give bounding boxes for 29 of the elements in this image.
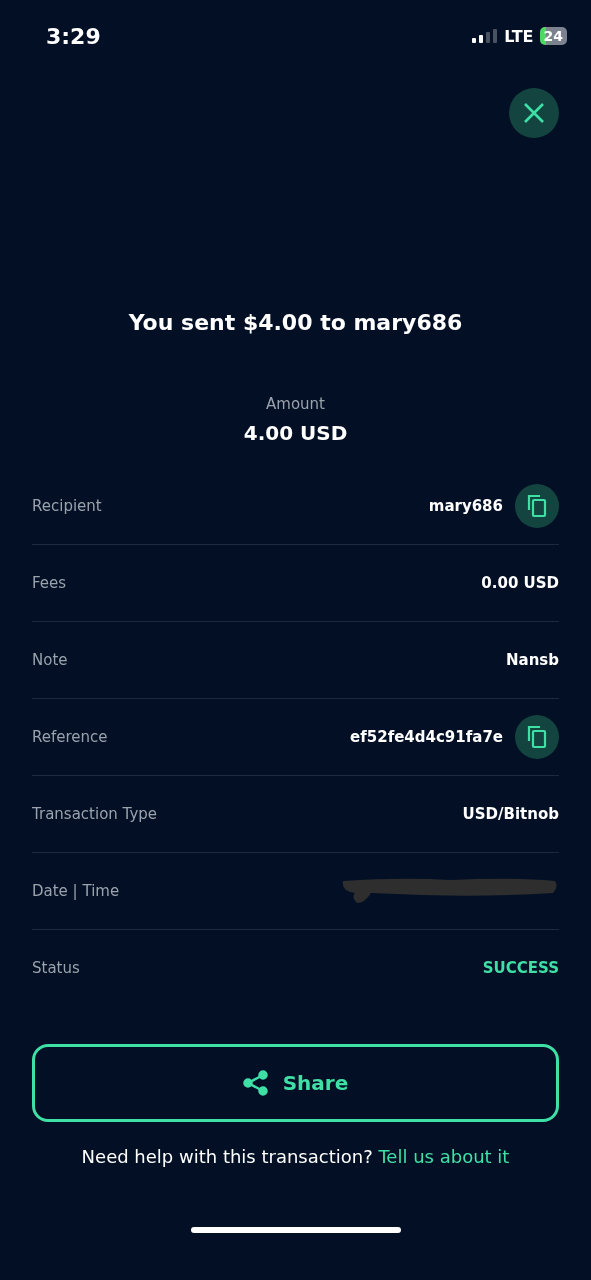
detail-value: USD/Bitnob	[462, 805, 559, 823]
detail-label: Note	[32, 651, 68, 669]
detail-value: 0.00 USD	[481, 574, 559, 592]
help-link[interactable]: Tell us about it	[378, 1146, 510, 1167]
amount-label: Amount	[265, 395, 326, 413]
copy-icon	[526, 725, 548, 749]
status-value: SUCCESS	[482, 959, 559, 977]
detail-value: ef52fe4d4c91fa7e	[350, 728, 503, 746]
close-icon	[523, 102, 545, 124]
help-text: Need help with this transaction? Tell us about it	[80, 1146, 511, 1167]
copy-button[interactable]	[515, 484, 559, 528]
detail-label: Transaction Type	[32, 805, 158, 823]
amount-value: 4.00 USD	[242, 421, 349, 445]
detail-label: Reference	[32, 728, 108, 746]
detail-label: Recipient	[32, 497, 102, 515]
detail-label: Status	[32, 959, 80, 977]
copy-button[interactable]	[515, 715, 559, 759]
status-time: 3:29	[46, 23, 101, 49]
network-label: LTE	[504, 26, 534, 46]
signal-icon	[472, 29, 499, 43]
detail-value: mary686	[428, 497, 503, 515]
copy-icon	[526, 494, 548, 518]
share-button[interactable]: Share	[32, 1044, 559, 1122]
share-icon	[242, 1070, 269, 1096]
close-button[interactable]	[509, 88, 559, 138]
transaction-title: You sent $4.00 to mary686	[127, 310, 464, 335]
detail-label: Date | Time	[32, 882, 120, 900]
detail-value: Nansb	[505, 651, 559, 669]
detail-label: Fees	[32, 574, 67, 592]
